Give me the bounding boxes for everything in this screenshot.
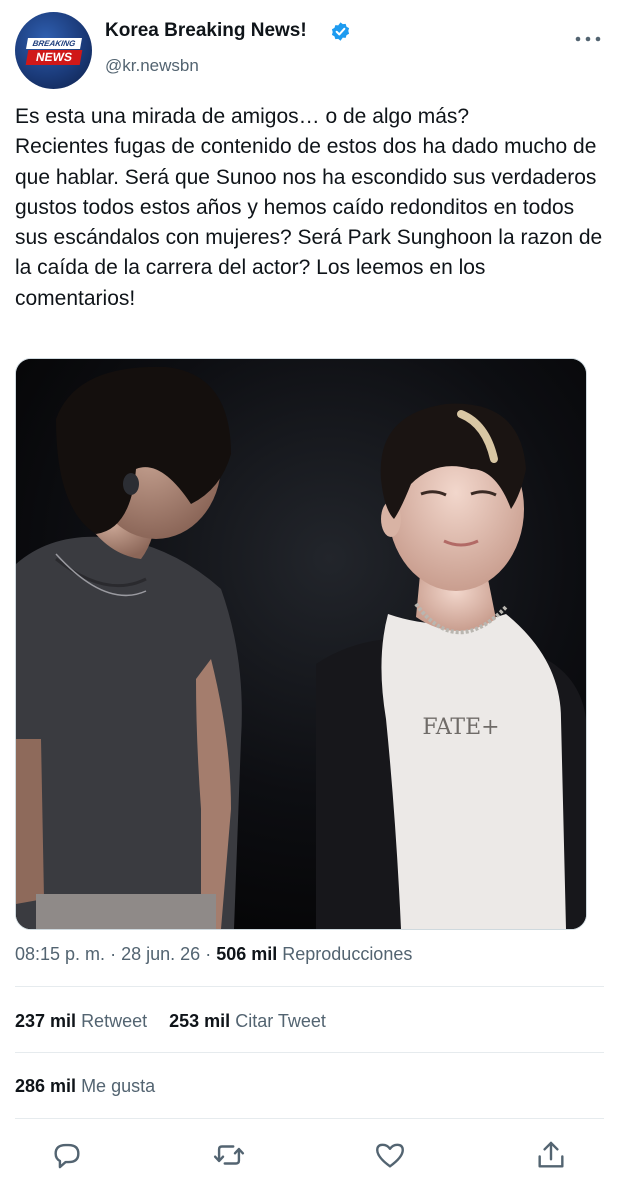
- divider: [15, 986, 604, 987]
- avatar[interactable]: BREAKING NEWS: [15, 12, 92, 89]
- reply-icon[interactable]: [50, 1138, 84, 1172]
- retweet-count: 237 mil: [15, 1011, 77, 1031]
- views-label: Reproducciones: [282, 944, 413, 964]
- like-count: 286 mil: [15, 1076, 77, 1096]
- avatar-news-text: NEWS: [25, 50, 83, 65]
- meta-separator: ·: [110, 944, 117, 964]
- likes-stats[interactable]: 286 mil Me gusta: [15, 1076, 155, 1097]
- divider: [15, 1118, 604, 1119]
- retweet-icon[interactable]: [212, 1138, 246, 1172]
- meta-separator: ·: [205, 944, 212, 964]
- avatar-breaking-text: BREAKING: [26, 38, 82, 49]
- tweet-action-bar: [0, 1128, 619, 1188]
- retweet-quote-stats: 237 mil Retweet 253 mil Citar Tweet: [15, 1011, 326, 1032]
- quote-count: 253 mil: [169, 1011, 231, 1031]
- quotes-link[interactable]: 253 mil Citar Tweet: [169, 1011, 326, 1031]
- tweet-photo[interactable]: FATE+: [15, 358, 587, 930]
- tweet-meta: 08:15 p. m. · 28 jun. 26 · 506 mil Repro…: [15, 944, 412, 965]
- display-name[interactable]: Korea Breaking News!: [105, 20, 307, 42]
- tweet-date[interactable]: 28 jun. 26: [121, 944, 200, 964]
- quote-label: Citar Tweet: [235, 1011, 326, 1031]
- shirt-print-text: FATE+: [422, 715, 499, 740]
- retweets-link[interactable]: 237 mil Retweet: [15, 1011, 152, 1031]
- user-handle[interactable]: @kr.newsbn: [105, 56, 199, 76]
- tweet-header: BREAKING NEWS Korea Breaking News! @kr.n…: [0, 0, 619, 96]
- divider: [15, 1052, 604, 1053]
- tweet-text: Es esta una mirada de amigos… o de algo …: [15, 105, 603, 310]
- share-icon[interactable]: [534, 1138, 568, 1172]
- photo-scene: FATE+: [16, 359, 586, 929]
- more-options-icon[interactable]: [574, 34, 602, 44]
- heart-icon[interactable]: [373, 1138, 407, 1172]
- like-label: Me gusta: [81, 1076, 156, 1096]
- tweet-time[interactable]: 08:15 p. m.: [15, 944, 105, 964]
- retweet-label: Retweet: [81, 1011, 148, 1031]
- verified-badge-icon: [331, 22, 350, 41]
- views-count: 506 mil: [216, 944, 278, 964]
